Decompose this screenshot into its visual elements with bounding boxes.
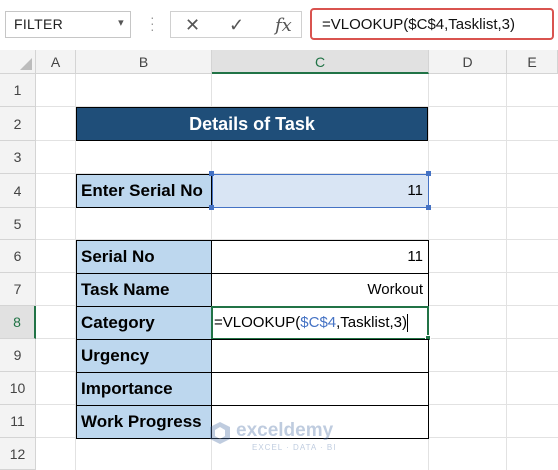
- range-handle[interactable]: [209, 171, 214, 176]
- watermark-name: exceldemy: [236, 420, 334, 441]
- row-header-12[interactable]: 12: [0, 438, 36, 470]
- active-cell-editor[interactable]: =VLOOKUP($C$4,Tasklist,3): [211, 306, 429, 340]
- input-value-cell[interactable]: 11: [212, 174, 429, 208]
- row-header-2[interactable]: 2: [0, 107, 36, 141]
- label-cell-serial-no[interactable]: Serial No: [76, 240, 212, 274]
- exceldemy-logo-icon: [210, 422, 230, 444]
- label-cell-importance[interactable]: Importance: [76, 372, 212, 406]
- formula-input[interactable]: =VLOOKUP($C$4,Tasklist,3): [310, 8, 554, 40]
- range-handle[interactable]: [209, 205, 214, 210]
- label-cell-task-name[interactable]: Task Name: [76, 273, 212, 307]
- column-header-e[interactable]: E: [507, 50, 558, 74]
- chevron-down-icon[interactable]: ▾: [118, 16, 124, 29]
- insert-function-icon[interactable]: fx: [275, 15, 292, 36]
- range-handle[interactable]: [426, 171, 431, 176]
- name-box-value: FILTER: [14, 16, 63, 32]
- row-header-7[interactable]: 7: [0, 273, 36, 306]
- label-cell-urgency[interactable]: Urgency: [76, 339, 212, 373]
- label-cell-work-progress[interactable]: Work Progress: [76, 405, 212, 439]
- value-cell-serial-no[interactable]: 11: [211, 240, 429, 274]
- formula-buttons: ✕ ✓ fx: [170, 11, 302, 38]
- edit-text-prefix: =VLOOKUP(: [214, 314, 301, 331]
- watermark-tagline: EXCEL · DATA · BI: [252, 443, 337, 452]
- row-header-1[interactable]: 1: [0, 74, 36, 107]
- row-header-9[interactable]: 9: [0, 339, 36, 372]
- text-cursor: [407, 314, 408, 333]
- exceldemy-watermark: exceldemy EXCEL · DATA · BI: [208, 418, 358, 454]
- row-header-6[interactable]: 6: [0, 240, 36, 273]
- select-all-triangle-icon: [20, 58, 32, 70]
- value-cell-importance[interactable]: [211, 372, 429, 406]
- row-header-8[interactable]: 8: [0, 306, 36, 339]
- sheet-title[interactable]: Details of Task: [76, 107, 428, 141]
- select-all-corner[interactable]: [0, 50, 36, 74]
- name-box[interactable]: FILTER ▾: [5, 11, 131, 38]
- row-header-4[interactable]: 4: [0, 174, 36, 208]
- formula-bar-area: FILTER ▾ · · · ✕ ✓ fx =VLOOKUP($C$4,Taskli…: [0, 0, 558, 50]
- edit-text-suffix: ,Tasklist,3): [336, 314, 407, 331]
- input-label-cell[interactable]: Enter Serial No: [76, 174, 212, 208]
- drag-handle-icon[interactable]: · · ·: [150, 10, 155, 36]
- row-header-10[interactable]: 10: [0, 372, 36, 405]
- row-header-11[interactable]: 11: [0, 405, 36, 438]
- value-cell-urgency[interactable]: [211, 339, 429, 373]
- label-cell-category[interactable]: Category: [76, 306, 212, 340]
- column-header-a[interactable]: A: [36, 50, 76, 74]
- row-header-3[interactable]: 3: [0, 141, 36, 174]
- value-cell-task-name[interactable]: Workout: [211, 273, 429, 307]
- range-handle[interactable]: [426, 205, 431, 210]
- edit-text-ref: $C$4: [300, 314, 337, 331]
- column-header-b[interactable]: B: [76, 50, 212, 74]
- row-header-5[interactable]: 5: [0, 208, 36, 240]
- column-header-c[interactable]: C: [212, 50, 429, 74]
- enter-icon[interactable]: ✓: [229, 15, 244, 36]
- column-header-d[interactable]: D: [429, 50, 507, 74]
- cancel-icon[interactable]: ✕: [185, 15, 200, 36]
